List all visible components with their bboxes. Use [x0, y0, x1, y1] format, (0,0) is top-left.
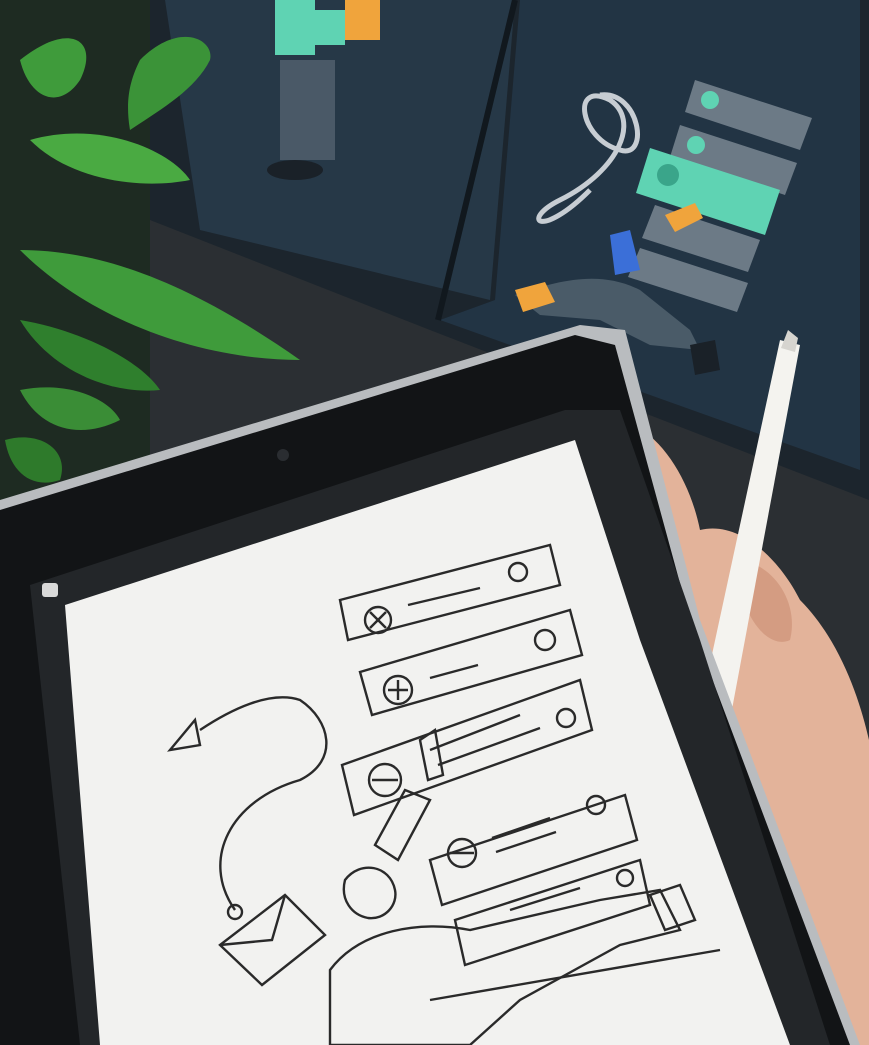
- photo-illustration: [0, 0, 869, 1045]
- photo-scene: [0, 0, 869, 1045]
- tablet-camera: [277, 449, 289, 461]
- layers-icon[interactable]: [42, 583, 58, 597]
